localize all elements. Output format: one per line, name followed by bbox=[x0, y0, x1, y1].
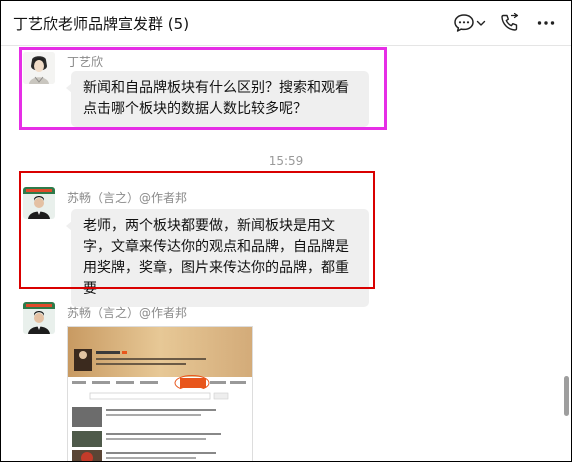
group-title: 丁艺欣老师品牌宣发群 (5) bbox=[13, 13, 189, 34]
sender-name: 苏畅（言之）@作者邦 bbox=[67, 306, 188, 320]
member-count: (5) bbox=[167, 15, 190, 33]
image-thumbnail bbox=[68, 327, 252, 461]
chevron-down-icon[interactable] bbox=[475, 12, 487, 34]
timestamp: 15:59 bbox=[268, 154, 304, 168]
group-name: 丁艺欣老师品牌宣发群 bbox=[13, 15, 164, 33]
phone-call-icon[interactable] bbox=[499, 12, 521, 34]
chat-window: 丁艺欣老师品牌宣发群 (5) 丁艺欣 新闻和自品牌板块有什么区别？搜索和观看点击… bbox=[0, 0, 572, 462]
highlight-box-magenta bbox=[19, 47, 387, 130]
chat-header: 丁艺欣老师品牌宣发群 (5) bbox=[1, 1, 571, 46]
chat-bubble-icon[interactable] bbox=[453, 12, 475, 34]
scrollbar[interactable] bbox=[564, 376, 569, 416]
more-dots-icon[interactable] bbox=[535, 12, 557, 34]
avatar[interactable] bbox=[23, 302, 55, 334]
image-message[interactable] bbox=[67, 326, 253, 461]
highlight-box-red bbox=[19, 171, 375, 289]
